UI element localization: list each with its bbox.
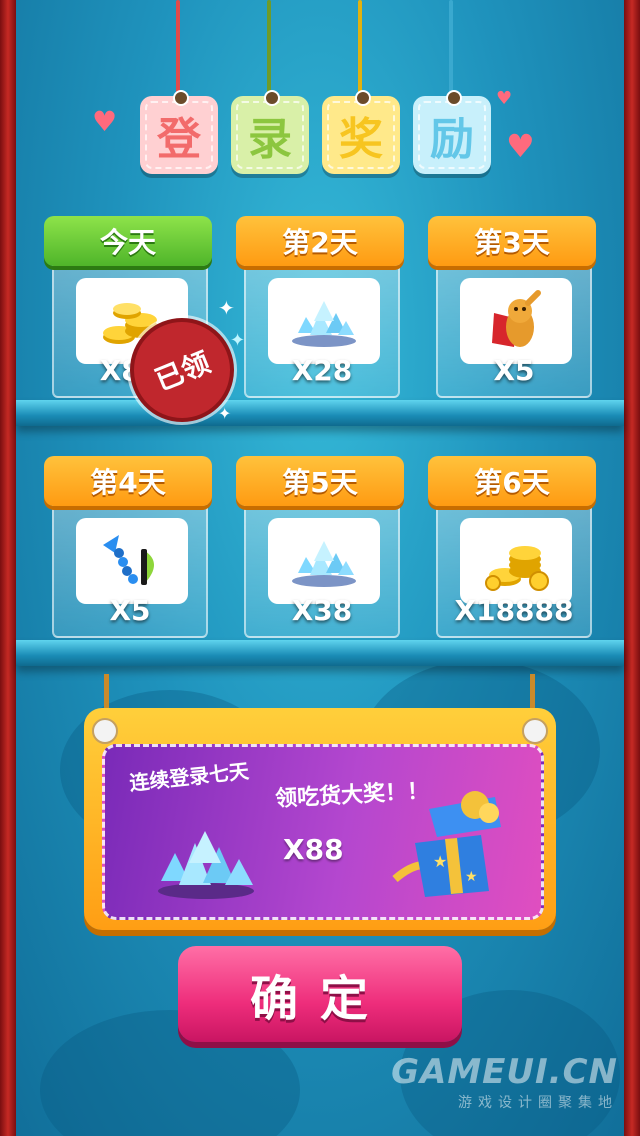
pin-icon: [173, 90, 189, 106]
reward-bag: X5: [436, 256, 592, 398]
reward-bag: X18888: [436, 496, 592, 638]
day-banner: 第2天: [236, 216, 404, 266]
shelf: [16, 640, 624, 666]
string-green: [267, 0, 271, 100]
reward-card-day6: X18888 第6天: [428, 456, 596, 638]
heart-icon: ♥: [496, 88, 513, 109]
string-red: [176, 0, 180, 100]
diamonds-icon: [292, 301, 356, 347]
title-char: 励: [430, 114, 474, 165]
item-box: [268, 518, 380, 604]
caped-hero-icon: [492, 290, 541, 347]
item-box: [460, 518, 572, 604]
heart-icon: ♥: [506, 127, 535, 165]
item-box: [76, 518, 188, 604]
item-box: [268, 278, 380, 364]
shelf: [16, 400, 624, 426]
diamonds-icon: [158, 831, 254, 899]
title-char-tag: 励: [413, 90, 491, 174]
svg-text:★: ★: [433, 852, 447, 871]
diamonds-icon: [292, 541, 356, 587]
heart-icon: ♥: [92, 105, 118, 138]
watermark-subtitle: 游戏设计圈聚集地: [458, 1095, 618, 1111]
grand-prize-line1: 连续登录七天: [128, 758, 251, 796]
curtain-right: [624, 0, 640, 1136]
curtain-left: [0, 0, 16, 1136]
item-box: [460, 278, 572, 364]
title-char: 录: [248, 114, 292, 165]
reward-quantity: X28: [291, 354, 353, 387]
reward-quantity: X5: [493, 354, 535, 387]
watermark: GAMEUI.CN 游戏设计圈聚集地: [391, 1052, 618, 1112]
reward-card-day4: X5 第4天: [44, 456, 212, 638]
sparkle-icon: ✦: [218, 296, 235, 320]
string-blue: [449, 0, 453, 100]
day-banner: 第6天: [428, 456, 596, 506]
confirm-button[interactable]: 确定: [178, 946, 462, 1042]
gold-coins-icon: [485, 546, 549, 591]
day-banner: 第4天: [44, 456, 212, 506]
reward-bag: X28: [244, 256, 400, 398]
reward-card-day5: X38 第5天: [236, 456, 404, 638]
string-yellow: [358, 0, 362, 100]
pin-icon: [446, 90, 462, 106]
login-reward-screen: ♥ ♥ ♥ 登 录 奖 励 X88 今天: [0, 0, 640, 1136]
svg-text:★: ★: [465, 869, 478, 885]
day-banner-today: 今天: [44, 216, 212, 266]
watermark-brand: GAMEUI.CN: [391, 1052, 618, 1092]
pin-icon: [355, 90, 371, 106]
sparkle-icon: ✦: [230, 330, 246, 351]
panel-bolt: [522, 718, 548, 744]
title-char-tag: 录: [231, 90, 309, 174]
reward-quantity: X38: [291, 594, 353, 627]
sparkle-icon: ✦: [218, 404, 232, 423]
panel-bolt: [92, 718, 118, 744]
day-banner: 第5天: [236, 456, 404, 506]
reward-card-day2: X28 第2天: [236, 216, 404, 398]
pin-icon: [264, 90, 280, 106]
reward-card-day3: X5 第3天: [428, 216, 596, 398]
title-char: 奖: [339, 114, 383, 165]
title-char-tag: 登: [140, 90, 218, 174]
grand-prize-inner: 连续登录七天 领吃货大奖！！ X88 ★ ★: [102, 744, 544, 920]
reward-quantity: X18888: [454, 594, 574, 627]
title-char: 登: [157, 114, 201, 165]
reward-bag: X5: [52, 496, 208, 638]
grand-prize-panel: 连续登录七天 领吃货大奖！！ X88 ★ ★: [84, 708, 556, 930]
reward-quantity: X5: [109, 594, 151, 627]
magnet-tool-icon: [103, 535, 154, 585]
grand-prize-quantity: X88: [283, 833, 344, 866]
gift-box-icon: ★★: [392, 791, 501, 897]
reward-bag: X38: [244, 496, 400, 638]
title-char-tag: 奖: [322, 90, 400, 174]
day-banner: 第3天: [428, 216, 596, 266]
